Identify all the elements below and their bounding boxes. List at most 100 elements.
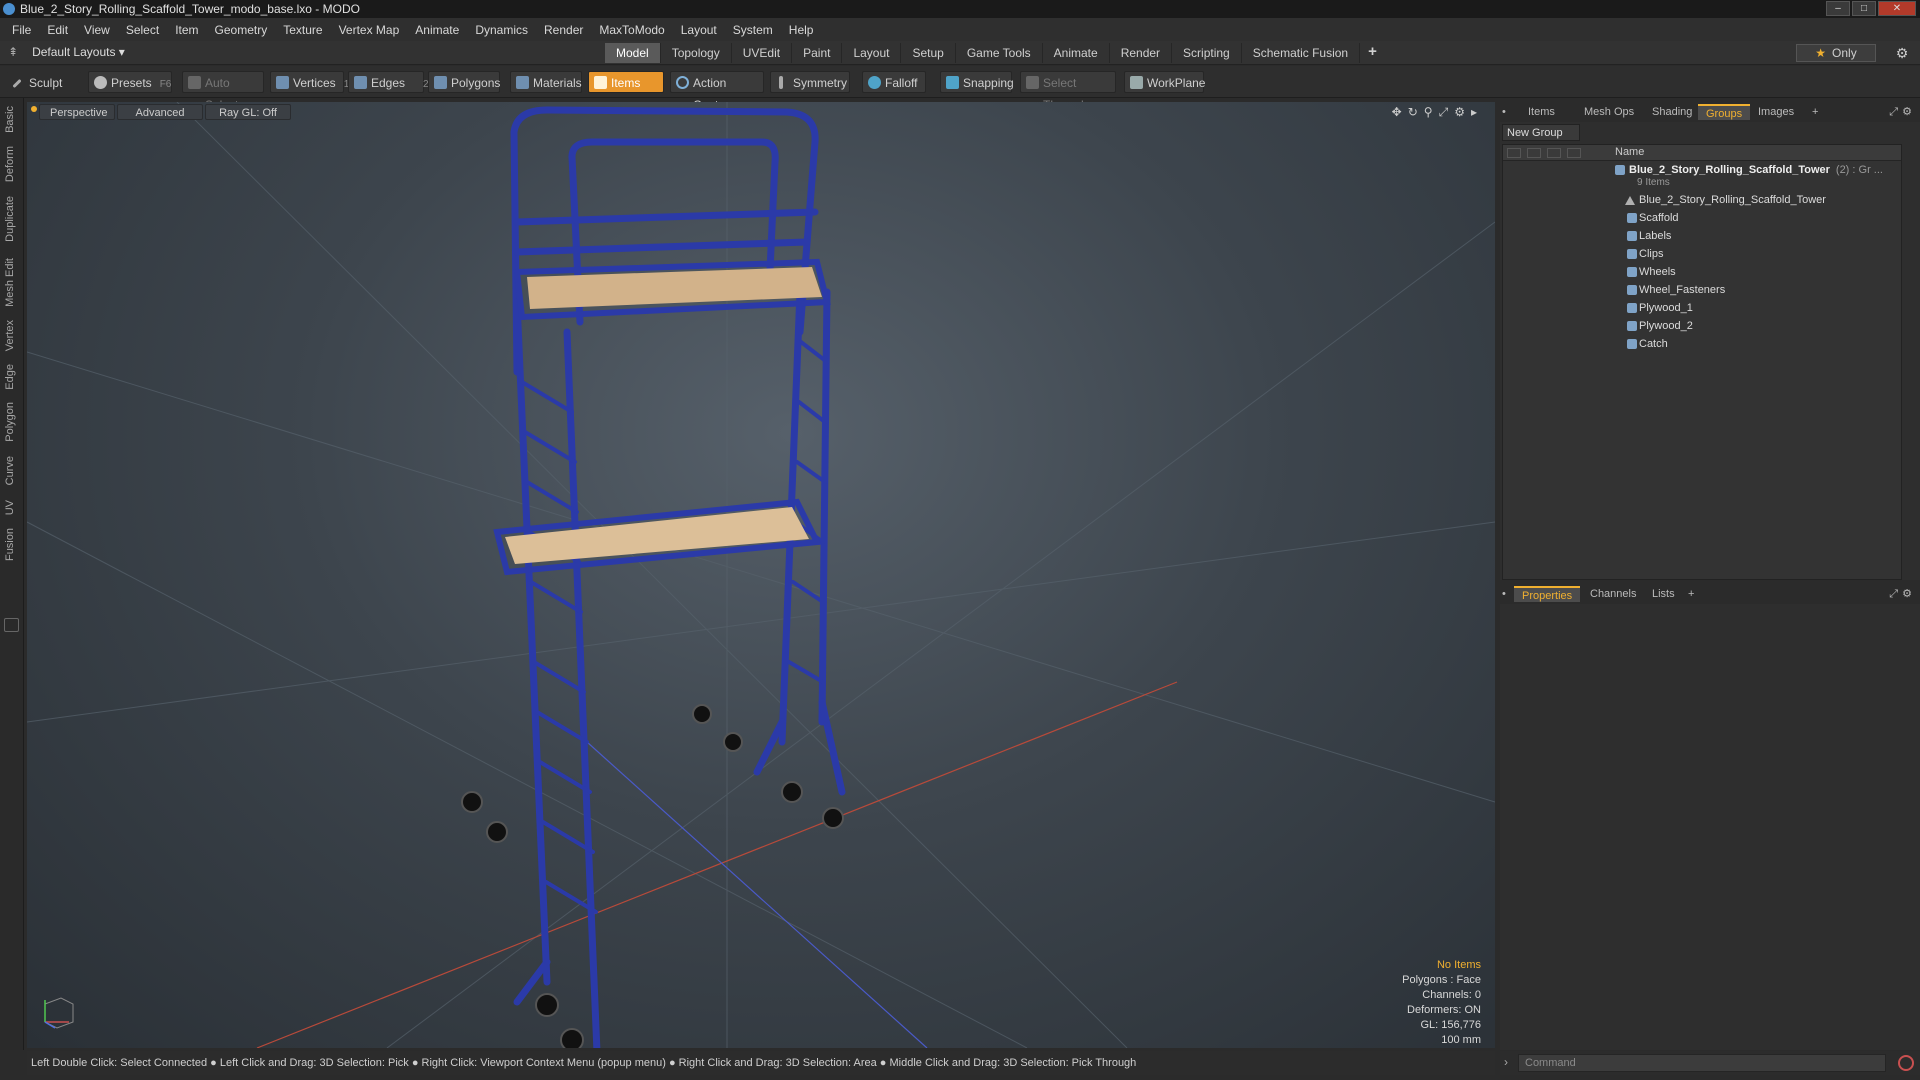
shading-advanced-button[interactable]: Advanced	[117, 104, 203, 120]
group-row[interactable]: Blue_2_Story_Rolling_Scaffold_Tower (2) :…	[1503, 161, 1901, 177]
left-tab-deform[interactable]: Deform	[4, 146, 16, 182]
list-item[interactable]: Catch	[1503, 335, 1901, 353]
props-gear-icon[interactable]: ⚙	[1894, 586, 1920, 602]
menu-layout[interactable]: Layout	[673, 23, 725, 37]
menu-select[interactable]: Select	[118, 23, 167, 37]
auto-select-button[interactable]: Auto Select	[182, 71, 264, 112]
left-tab-curve[interactable]: Curve	[4, 456, 16, 485]
fit-view-icon[interactable]: ⤢	[1439, 105, 1449, 120]
add-tab-button[interactable]: +	[1360, 43, 1385, 63]
workplane-button[interactable]: WorkPlane	[1124, 71, 1205, 93]
new-group-button[interactable]: New Group	[1502, 124, 1580, 141]
add-props-tab-button[interactable]: +	[1680, 586, 1702, 602]
panel-gear-icon[interactable]: ⚙	[1894, 104, 1920, 120]
presets-button[interactable]: Presets F6	[88, 71, 172, 93]
list-item[interactable]: Labels	[1503, 227, 1901, 245]
tab-items[interactable]: Items	[1520, 104, 1563, 120]
zoom-view-icon[interactable]: ⚲	[1424, 105, 1433, 120]
panel-toggle-icon[interactable]	[4, 618, 19, 632]
move-view-icon[interactable]: ✥	[1392, 105, 1402, 120]
layout-selector[interactable]: ⇞ Default Layouts ▾	[8, 45, 125, 59]
falloff-button[interactable]: Falloff	[862, 71, 926, 93]
items-button[interactable]: Items	[588, 71, 664, 93]
menu-view[interactable]: View	[76, 23, 118, 37]
viewport-expand-icon[interactable]: ▸	[1471, 105, 1477, 120]
list-item[interactable]: Wheels	[1503, 263, 1901, 281]
list-item[interactable]: Plywood_2	[1503, 317, 1901, 335]
tab-properties[interactable]: Properties	[1514, 586, 1581, 602]
command-history-icon[interactable]	[1898, 1055, 1914, 1071]
menu-maxtomodo[interactable]: MaxToModo	[591, 23, 672, 37]
menu-dynamics[interactable]: Dynamics	[467, 23, 536, 37]
list-item[interactable]: Blue_2_Story_Rolling_Scaffold_Tower	[1503, 191, 1901, 209]
tab-animate[interactable]: Animate	[1043, 43, 1110, 63]
tab-schematic-fusion[interactable]: Schematic Fusion	[1242, 43, 1361, 63]
add-panel-tab-button[interactable]: +	[1804, 104, 1826, 120]
menu-geometry[interactable]: Geometry	[207, 23, 276, 37]
left-tab-mesh-edit[interactable]: Mesh Edit	[4, 258, 16, 307]
left-tab-duplicate[interactable]: Duplicate	[4, 196, 16, 242]
maximize-button[interactable]: □	[1852, 1, 1876, 16]
tab-channels[interactable]: Channels	[1582, 586, 1644, 602]
tab-scripting[interactable]: Scripting	[1172, 43, 1242, 63]
left-tab-basic[interactable]: Basic	[4, 106, 16, 133]
props-menu-dot-icon[interactable]: •	[1502, 586, 1510, 602]
viewport-gear-icon[interactable]: ⚙	[1454, 105, 1465, 120]
view-perspective-button[interactable]: Perspective	[39, 104, 115, 120]
vertices-button[interactable]: Vertices 1	[270, 71, 349, 93]
tab-paint[interactable]: Paint	[792, 43, 843, 63]
menu-system[interactable]: System	[725, 23, 781, 37]
left-tab-edge[interactable]: Edge	[4, 364, 16, 390]
tab-mesh-ops[interactable]: Mesh Ops	[1576, 104, 1642, 120]
only-toggle[interactable]: ★ Only	[1796, 44, 1876, 62]
menu-help[interactable]: Help	[781, 23, 822, 37]
list-item[interactable]: Wheel_Fasteners	[1503, 281, 1901, 299]
left-tab-vertex[interactable]: Vertex	[4, 320, 16, 351]
select-column-icon[interactable]	[1567, 148, 1581, 158]
layout-pin-icon[interactable]: ⇞	[8, 45, 18, 59]
gear-icon[interactable]: ⚙	[1892, 44, 1912, 62]
tab-game-tools[interactable]: Game Tools	[956, 43, 1043, 63]
edges-button[interactable]: Edges 2	[348, 71, 429, 93]
3d-viewport[interactable]: Perspective Advanced Ray GL: Off ✥ ↻ ⚲ ⤢…	[27, 102, 1495, 1048]
rotate-view-icon[interactable]: ↻	[1408, 105, 1418, 120]
polygons-button[interactable]: Polygons	[428, 71, 500, 93]
tab-shading[interactable]: Shading	[1644, 104, 1700, 120]
left-tab-uv[interactable]: UV	[4, 500, 16, 515]
action-center-button[interactable]: Action Center	[670, 71, 764, 112]
viewport-menu-dot-icon[interactable]	[31, 106, 37, 112]
tab-lists[interactable]: Lists	[1644, 586, 1683, 602]
snapping-button[interactable]: Snapping	[940, 71, 1014, 93]
tab-topology[interactable]: Topology	[661, 43, 732, 63]
command-input[interactable]: Command	[1518, 1054, 1886, 1072]
left-tab-fusion[interactable]: Fusion	[4, 528, 16, 561]
tab-setup[interactable]: Setup	[901, 43, 956, 63]
left-tab-polygon[interactable]: Polygon	[4, 402, 16, 442]
menu-animate[interactable]: Animate	[407, 23, 467, 37]
menu-item[interactable]: Item	[167, 23, 206, 37]
lock-column-icon[interactable]	[1547, 148, 1561, 158]
menu-texture[interactable]: Texture	[275, 23, 330, 37]
menu-vertex-map[interactable]: Vertex Map	[331, 23, 408, 37]
close-button[interactable]: ✕	[1878, 1, 1916, 16]
eye-column-icon[interactable]	[1507, 148, 1521, 158]
menu-render[interactable]: Render	[536, 23, 591, 37]
menu-file[interactable]: File	[4, 23, 39, 37]
symmetry-button[interactable]: Symmetry	[770, 71, 850, 93]
select-through-button[interactable]: Select Through	[1020, 71, 1116, 112]
tab-uvedit[interactable]: UVEdit	[732, 43, 793, 63]
sculpt-button[interactable]: Sculpt	[6, 71, 82, 93]
tab-images[interactable]: Images	[1750, 104, 1802, 120]
render-column-icon[interactable]	[1527, 148, 1541, 158]
tab-groups[interactable]: Groups	[1698, 104, 1751, 120]
raygl-toggle-button[interactable]: Ray GL: Off	[205, 104, 291, 120]
panel-menu-dot-icon[interactable]: •	[1502, 104, 1510, 120]
tab-render[interactable]: Render	[1110, 43, 1173, 63]
menu-edit[interactable]: Edit	[39, 23, 76, 37]
list-item[interactable]: Scaffold	[1503, 209, 1901, 227]
tab-model[interactable]: Model	[605, 43, 661, 63]
list-item[interactable]: Clips	[1503, 245, 1901, 263]
list-item[interactable]: Plywood_1	[1503, 299, 1901, 317]
materials-button[interactable]: Materials	[510, 71, 582, 93]
name-column-header[interactable]: Name	[1615, 146, 1644, 158]
